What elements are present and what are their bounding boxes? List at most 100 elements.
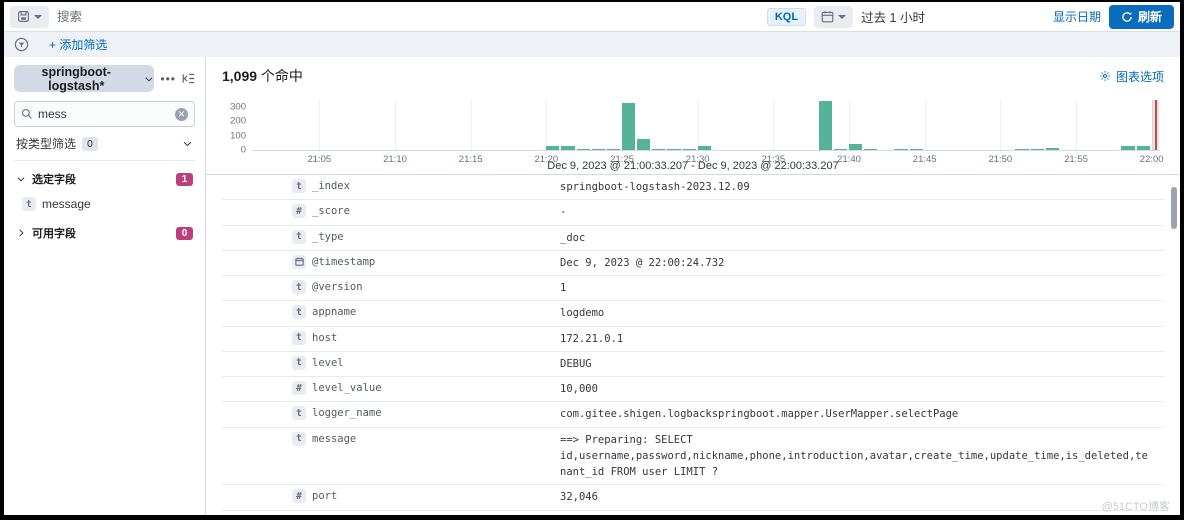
kql-button[interactable]: KQL [766, 7, 807, 26]
available-fields-section-toggle[interactable]: 可用字段 0 [14, 215, 195, 247]
chevron-down-icon [146, 76, 153, 82]
table-row[interactable]: t appname logdemo [222, 301, 1164, 327]
gridline [697, 100, 699, 150]
index-options-button[interactable]: ••• [160, 72, 176, 86]
selected-fields-list: t message [14, 193, 195, 215]
selected-fields-section-toggle[interactable]: 选定字段 1 [14, 161, 195, 193]
refresh-button-label: 刷新 [1137, 10, 1162, 24]
field-value-cell: logdemo [560, 307, 605, 320]
string-field-icon: t [292, 330, 306, 345]
table-row[interactable]: # _score - [222, 200, 1164, 226]
field-value-cell: Dec 9, 2023 @ 22:00:24.732 [560, 256, 725, 269]
vertical-scrollbar[interactable] [1171, 187, 1177, 229]
refresh-button[interactable]: 刷新 [1108, 4, 1174, 29]
table-row[interactable]: # level_value 10,000 [222, 377, 1164, 403]
collapse-sidebar-icon[interactable] [182, 72, 195, 85]
field-value-cell: 1 [560, 282, 567, 295]
table-row[interactable]: t level DEBUG [222, 352, 1164, 378]
gridline [319, 100, 321, 150]
string-field-icon: t [292, 431, 306, 446]
add-filter-button[interactable]: + 添加筛选 [49, 36, 107, 53]
time-range-value[interactable]: 过去 1 小时 [861, 7, 925, 26]
field-value-cell: _doc [560, 231, 586, 244]
discover-main: 1,099 个命中 图表选项 21:05 21:10 21:15 21:20 21:25… [206, 57, 1180, 515]
hits-count: 1,099 个命中 [222, 66, 303, 86]
table-row[interactable]: t _type _doc [222, 226, 1164, 251]
field-name: @version [312, 281, 363, 294]
field-name: level_value [312, 382, 382, 395]
filter-by-type-count-badge: 0 [82, 136, 98, 151]
hits-histogram[interactable]: 21:05 21:10 21:15 21:20 21:25 21:30 21:35 21:40… [222, 94, 1164, 172]
field-name-cell: @timestamp [292, 254, 560, 269]
field-search[interactable]: ✕ [14, 101, 195, 127]
show-dates-link[interactable]: 显示日期 [1053, 8, 1101, 25]
gridline [1076, 100, 1077, 150]
saved-query-icon [18, 11, 29, 22]
table-row[interactable]: t @version 1 [222, 276, 1164, 302]
search-input[interactable] [57, 9, 759, 24]
number-field-icon: # [292, 204, 306, 219]
selected-fields-count-badge: 1 [176, 172, 193, 186]
field-name-cell: t host [292, 330, 560, 345]
table-row[interactable]: ?tagsMYBATIS [222, 511, 1164, 515]
chart-options-label: 图表选项 [1115, 69, 1164, 84]
table-row[interactable]: t host 172.21.0.1 [222, 327, 1164, 352]
index-pattern-select[interactable]: springboot-logstash* [14, 64, 155, 93]
field-value-cell: 32,046 [560, 491, 598, 504]
watermark: @51CTO博客 [1101, 501, 1170, 513]
chart-options-button[interactable]: 图表选项 [1099, 68, 1164, 85]
refresh-icon [1122, 11, 1132, 22]
field-name: @timestamp [312, 255, 376, 268]
field-name-cell: t @version [292, 280, 560, 295]
x-axis-line [252, 150, 1160, 151]
filter-icon[interactable] [14, 37, 29, 52]
fields-sidebar: springboot-logstash* ••• ✕ 按类型筛选 0 选定字段 [4, 57, 206, 515]
field-name-cell: # _score [292, 204, 560, 219]
chevron-down-icon [838, 14, 847, 19]
table-row[interactable]: @timestamp Dec 9, 2023 @ 22:00:24.732 [222, 251, 1164, 277]
gear-icon [1100, 71, 1110, 81]
field-name-cell: t appname [292, 305, 560, 320]
calendar-icon [821, 11, 834, 23]
field-search-input[interactable] [38, 107, 170, 121]
field-name-cell: t level [292, 355, 560, 370]
app-window: KQL 过去 1 小时 显示日期 刷新 + 添加筛选 springboot-lo… [0, 0, 1184, 520]
field-value-cell: 172.21.0.1 [560, 332, 624, 345]
field-value-cell: DEBUG [560, 357, 592, 370]
field-value-cell: - [560, 206, 567, 219]
string-field-icon: t [292, 355, 306, 370]
number-field-icon: # [292, 489, 306, 504]
time-range-caption: Dec 9, 2023 @ 21:00:33.207 - Dec 9, 2023… [547, 160, 839, 172]
field-name: appname [312, 306, 357, 319]
string-field-icon: t [292, 280, 306, 295]
table-row[interactable]: t message ==> Preparing: SELECT id,usernam… [222, 428, 1164, 486]
table-row[interactable]: # port 32,046 [222, 485, 1164, 511]
number-field-icon: # [292, 381, 306, 396]
field-name-cell: t logger_name [292, 406, 560, 421]
clear-search-icon[interactable]: ✕ [175, 107, 188, 121]
field-name: level [312, 356, 344, 369]
field-name-cell: t _type [292, 229, 560, 244]
date-quick-select-button[interactable] [814, 5, 854, 28]
query-bar: KQL 过去 1 小时 显示日期 刷新 [4, 2, 1180, 32]
sidebar-field-message[interactable]: t message [14, 193, 195, 215]
field-name-cell: t message [292, 431, 560, 446]
current-time-marker [1151, 100, 1159, 150]
filter-by-type-toggle[interactable]: 按类型筛选 0 [14, 127, 195, 161]
hits-label: 个命中 [257, 68, 303, 84]
field-name: _index [312, 180, 350, 192]
table-row[interactable]: t _index springboot-logstash-2023.12.09 [222, 175, 1164, 201]
field-value-cell: ==> Preparing: SELECT id,username,passwo… [560, 433, 1148, 479]
histogram-bar[interactable] [818, 101, 832, 150]
saved-query-button[interactable] [10, 5, 49, 28]
histogram-bar[interactable] [637, 138, 651, 150]
histogram-bar[interactable] [622, 102, 636, 150]
index-pattern-label: springboot-logstash* [41, 64, 111, 93]
table-row[interactable]: t logger_name com.gitee.shigen.logbackspri… [222, 402, 1164, 428]
gridline [470, 100, 472, 150]
field-name: _type [312, 230, 344, 243]
y-axis-tick: 200 [230, 115, 246, 127]
gridline [849, 100, 850, 150]
string-field-icon: t [292, 305, 306, 320]
chevron-down-icon [183, 141, 192, 147]
